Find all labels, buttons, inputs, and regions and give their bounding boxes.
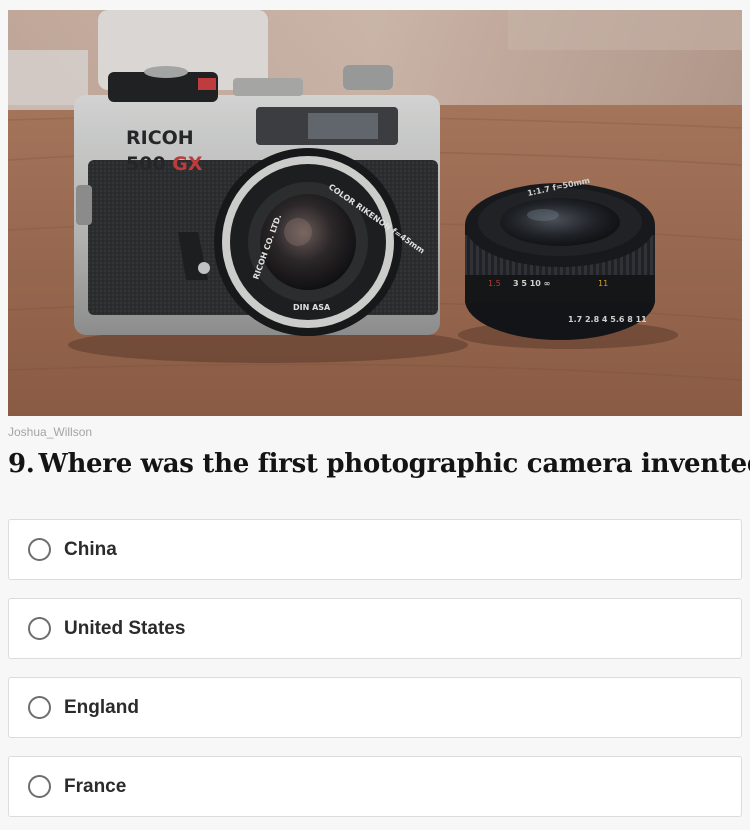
answer-label: China (64, 538, 117, 560)
answer-label: France (64, 775, 127, 797)
radio-button-icon[interactable] (28, 775, 51, 798)
radio-button-icon[interactable] (28, 617, 51, 640)
question-text: Where was the first photographic camera … (38, 449, 750, 479)
question-title: 9. Where was the first photographic came… (8, 449, 750, 479)
answer-option-china[interactable]: China (8, 519, 742, 580)
radio-button-icon[interactable] (28, 696, 51, 719)
photo-credit: Joshua_Willson (8, 425, 93, 439)
quiz-page: RICOH 500 GX COLOR RIKENON f=45mm RICOH … (0, 0, 750, 830)
answer-list: China United States England France (8, 519, 742, 830)
radio-button-icon[interactable] (28, 538, 51, 561)
answer-option-united-states[interactable]: United States (8, 598, 742, 659)
question-number: 9. (8, 449, 35, 479)
answer-label: United States (64, 617, 186, 639)
answer-label: England (64, 696, 139, 718)
answer-option-england[interactable]: England (8, 677, 742, 738)
question-photo: RICOH 500 GX COLOR RIKENON f=45mm RICOH … (8, 10, 742, 416)
answer-option-france[interactable]: France (8, 756, 742, 817)
camera-illustration: RICOH 500 GX COLOR RIKENON f=45mm RICOH … (8, 10, 742, 416)
